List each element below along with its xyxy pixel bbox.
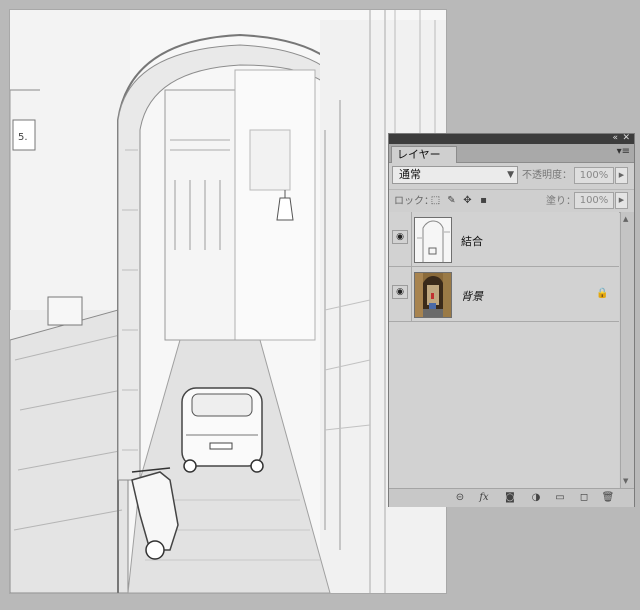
tab-layers[interactable]: レイヤー	[391, 146, 457, 163]
delete-layer-icon[interactable]: 🗑	[601, 492, 615, 504]
layers-list: ◉ 結合 ◉ 背景 🔒	[389, 212, 619, 488]
layer-thumbnail	[414, 217, 452, 263]
panel-tab-row: レイヤー ▾≡	[389, 144, 634, 163]
lock-fill-row: ロック： ⬚ ✎ ✥ ▪ 塗り： 100% ▶	[389, 190, 634, 213]
blend-mode-value: 通常	[399, 168, 421, 181]
chevron-down-icon: ▼	[507, 170, 514, 180]
opacity-slider-button[interactable]: ▶	[615, 167, 628, 184]
adjustment-layer-icon[interactable]: ◑	[529, 492, 543, 504]
fill-slider-button[interactable]: ▶	[615, 192, 628, 209]
layers-panel: « ✕ レイヤー ▾≡ 通常 ▼ 不透明度： 100% ▶ ロック： ⬚ ✎ ✥…	[388, 133, 635, 507]
blend-mode-select[interactable]: 通常 ▼	[392, 166, 518, 184]
panel-menu-icon[interactable]: ▾≡	[617, 147, 630, 157]
panel-title-bar[interactable]: « ✕	[389, 132, 634, 144]
svg-text:5.: 5.	[18, 132, 28, 143]
link-layers-icon[interactable]: ⊝	[453, 492, 467, 504]
eye-icon[interactable]: ◉	[392, 285, 408, 299]
layer-thumbnail	[414, 272, 452, 318]
new-layer-icon[interactable]: ◻	[577, 492, 591, 504]
document-canvas[interactable]: 5.	[10, 10, 446, 593]
opacity-label: 不透明度：	[522, 170, 572, 181]
close-icon[interactable]: ✕	[622, 132, 630, 144]
new-group-icon[interactable]: ▭	[553, 492, 567, 504]
panel-footer: ⊝ fx ◙ ◑ ▭ ◻ 🗑	[389, 488, 634, 507]
eye-icon[interactable]: ◉	[392, 230, 408, 244]
lock-label: ロック：	[394, 196, 434, 207]
scroll-down-icon[interactable]: ▼	[623, 477, 628, 485]
lock-pixels-icon[interactable]: ✎	[446, 195, 457, 206]
divider	[411, 267, 412, 321]
add-mask-icon[interactable]: ◙	[503, 492, 517, 504]
fill-input[interactable]: 100%	[574, 192, 614, 209]
scroll-up-icon[interactable]: ▲	[623, 215, 628, 223]
layer-name[interactable]: 背景	[461, 288, 483, 304]
layer-row-merged[interactable]: ◉ 結合	[389, 212, 619, 267]
sketch-image: 5.	[10, 10, 446, 593]
lock-transparency-icon[interactable]: ⬚	[430, 195, 441, 206]
lock-icon: 🔒	[596, 288, 609, 299]
lock-all-icon[interactable]: ▪	[478, 195, 489, 206]
divider	[411, 212, 412, 266]
fx-icon[interactable]: fx	[477, 492, 491, 504]
opacity-input[interactable]: 100%	[574, 167, 614, 184]
layer-name[interactable]: 結合	[461, 233, 483, 249]
fill-label: 塗り：	[546, 196, 576, 207]
collapse-icon[interactable]: «	[612, 132, 618, 144]
lock-position-icon[interactable]: ✥	[462, 195, 473, 206]
blend-opacity-row: 通常 ▼ 不透明度： 100% ▶	[389, 163, 634, 190]
layer-row-background[interactable]: ◉ 背景 🔒	[389, 267, 619, 322]
layers-scrollbar[interactable]: ▲ ▼	[620, 212, 634, 488]
